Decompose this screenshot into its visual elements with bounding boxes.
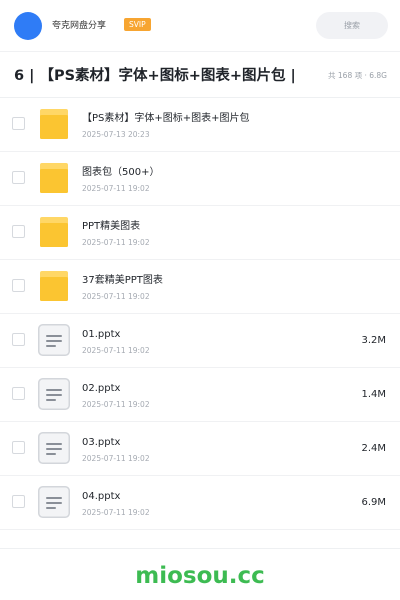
avatar[interactable] xyxy=(14,12,42,40)
row-checkbox[interactable] xyxy=(12,495,25,508)
file-name[interactable]: PPT精美图表 xyxy=(82,220,140,234)
row-checkbox[interactable] xyxy=(12,387,25,400)
file-name[interactable]: 图表包（500+） xyxy=(82,166,159,180)
file-size: 1.4M xyxy=(361,389,386,400)
row-checkbox[interactable] xyxy=(12,441,25,454)
file-size: 2.4M xyxy=(361,443,386,454)
row-checkbox[interactable] xyxy=(12,117,25,130)
file-name[interactable]: 03.pptx xyxy=(82,436,120,450)
folder-icon xyxy=(38,162,70,194)
file-size: 6.9M xyxy=(361,497,386,508)
document-icon xyxy=(38,432,70,464)
file-row[interactable]: PPT精美图表 2025-07-11 19:02 xyxy=(0,206,400,260)
file-name[interactable]: 02.pptx xyxy=(82,382,120,396)
file-date: 2025-07-11 19:02 xyxy=(82,400,150,409)
document-icon xyxy=(38,486,70,518)
search-input[interactable]: 搜索 xyxy=(316,12,388,39)
document-icon xyxy=(38,378,70,410)
row-checkbox[interactable] xyxy=(12,171,25,184)
document-icon xyxy=(38,324,70,356)
file-row[interactable]: 02.pptx 2025-07-11 19:02 1.4M xyxy=(0,368,400,422)
file-date: 2025-07-13 20:23 xyxy=(82,130,150,139)
folder-icon xyxy=(38,270,70,302)
file-row[interactable]: 【PS素材】字体+图标+图表+图片包 2025-07-13 20:23 xyxy=(0,98,400,152)
row-checkbox[interactable] xyxy=(12,279,25,292)
file-date: 2025-07-11 19:02 xyxy=(82,238,150,247)
file-row[interactable]: 03.pptx 2025-07-11 19:02 2.4M xyxy=(0,422,400,476)
file-name[interactable]: 37套精美PPT图表 xyxy=(82,274,163,288)
file-date: 2025-07-11 19:02 xyxy=(82,454,150,463)
file-date: 2025-07-11 19:02 xyxy=(82,346,150,355)
svip-badge: SVIP xyxy=(124,18,151,31)
row-checkbox[interactable] xyxy=(12,333,25,346)
file-row[interactable]: 37套精美PPT图表 2025-07-11 19:02 xyxy=(0,260,400,314)
folder-icon xyxy=(38,216,70,248)
site-watermark: miosou.cc xyxy=(135,563,265,589)
file-name[interactable]: 04.pptx xyxy=(82,490,120,504)
file-row[interactable]: 01.pptx 2025-07-11 19:02 3.2M xyxy=(0,314,400,368)
file-date: 2025-07-11 19:02 xyxy=(82,292,150,301)
share-owner-name: 夸克网盘分享 xyxy=(52,21,107,31)
file-row[interactable]: 04.pptx 2025-07-11 19:02 6.9M xyxy=(0,476,400,530)
footer: miosou.cc xyxy=(0,548,400,600)
top-header: 夸克网盘分享 SVIP 搜索 xyxy=(0,0,400,52)
file-size: 3.2M xyxy=(361,335,386,346)
folder-icon xyxy=(38,108,70,140)
item-count-summary: 共 168 项 · 6.8G xyxy=(328,71,387,80)
file-list: 【PS素材】字体+图标+图表+图片包 2025-07-13 20:23 图表包（… xyxy=(0,98,400,530)
file-date: 2025-07-11 19:02 xyxy=(82,508,150,517)
title-bar: 6 | 【PS素材】字体+图标+图表+图片包 | 共 168 项 · 6.8G xyxy=(0,52,400,98)
page-title: 6 | 【PS素材】字体+图标+图表+图片包 | xyxy=(14,68,296,84)
file-row[interactable]: 图表包（500+） 2025-07-11 19:02 xyxy=(0,152,400,206)
row-checkbox[interactable] xyxy=(12,225,25,238)
file-name[interactable]: 【PS素材】字体+图标+图表+图片包 xyxy=(82,112,250,126)
file-name[interactable]: 01.pptx xyxy=(82,328,120,342)
file-date: 2025-07-11 19:02 xyxy=(82,184,150,193)
